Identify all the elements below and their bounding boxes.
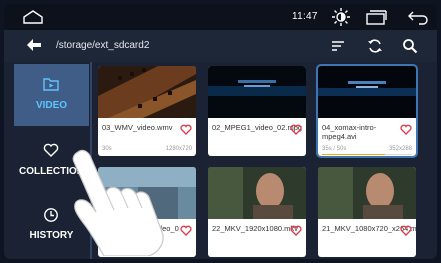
video-name: 04_xomax-intro-mpeg4.avi xyxy=(322,123,377,141)
favorite-heart-icon[interactable] xyxy=(400,225,412,236)
playback-progress-bar xyxy=(322,154,412,155)
status-bar: 11:47 xyxy=(4,4,437,30)
folder-path: /storage/ext_sdcard2 xyxy=(56,40,150,51)
sort-icon[interactable] xyxy=(331,39,345,53)
back-arrow-icon[interactable] xyxy=(26,38,42,52)
back-arrow-icon[interactable] xyxy=(407,9,429,25)
video-card-selected[interactable]: 04_xomax-intro-mpeg4.avi 35s / 50s 352x2… xyxy=(316,64,418,158)
video-name: 21_MKV_1080x720_x264.mkv xyxy=(322,224,416,233)
video-name: 22_MKV_1920x1080.mkv xyxy=(212,224,298,233)
video-folder-icon xyxy=(43,78,59,91)
video-thumbnail xyxy=(318,167,416,219)
clock-icon xyxy=(44,208,58,222)
favorite-heart-icon[interactable] xyxy=(180,124,192,135)
video-name: 03_WMV_video.wmv xyxy=(102,123,173,132)
search-icon[interactable] xyxy=(402,38,418,54)
video-resolution: 352x288 xyxy=(388,146,412,152)
playback-progress-fill xyxy=(322,154,385,155)
video-duration: 35s / 50s xyxy=(322,146,347,152)
video-thumbnail xyxy=(208,66,306,118)
video-thumbnail xyxy=(318,66,416,118)
heart-icon xyxy=(43,143,59,157)
refresh-icon[interactable] xyxy=(367,38,383,54)
home-outline-icon[interactable] xyxy=(22,9,44,25)
video-name: 02_MPEG1_video_02.mpg xyxy=(212,123,303,132)
toolbar: /storage/ext_sdcard2 xyxy=(4,30,437,62)
video-thumbnail xyxy=(98,66,196,118)
favorite-heart-icon[interactable] xyxy=(290,124,302,135)
pointing-hand-overlay xyxy=(72,149,164,256)
favorite-heart-icon[interactable] xyxy=(400,124,412,135)
clock-text: 11:47 xyxy=(292,11,318,22)
video-thumbnail xyxy=(208,167,306,219)
sidebar-item-video[interactable]: VIDEO xyxy=(14,64,89,126)
app-window: 11:47 /storage/ext_sdcard2 VIDEO COLLECT… xyxy=(4,4,437,259)
favorite-heart-icon[interactable] xyxy=(180,225,192,236)
video-card[interactable]: 02_MPEG1_video_02.mpg xyxy=(208,66,306,156)
video-card[interactable]: 03_WMV_video.wmv 30s 1280x720 xyxy=(98,66,196,156)
favorite-heart-icon[interactable] xyxy=(290,225,302,236)
recent-apps-icon[interactable] xyxy=(364,8,388,26)
video-card[interactable]: 22_MKV_1920x1080.mkv xyxy=(208,167,306,257)
video-card[interactable]: 21_MKV_1080x720_x264.mkv xyxy=(318,167,416,257)
sidebar-item-label: VIDEO xyxy=(35,100,68,111)
brightness-icon[interactable] xyxy=(331,7,351,27)
